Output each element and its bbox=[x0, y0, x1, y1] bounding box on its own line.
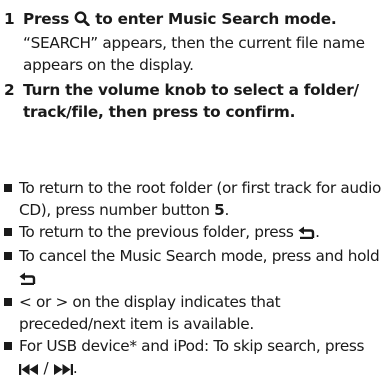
instruction-page: 1 Press to enter Music Search mode. “SEA… bbox=[0, 0, 386, 384]
step-title: Press to enter Music Search mode. bbox=[23, 8, 382, 32]
step-2: 2 Turn the volume knob to select a folde… bbox=[4, 79, 382, 123]
step-number: 2 bbox=[4, 81, 15, 99]
bullet-square bbox=[4, 342, 12, 350]
list-item: For USB device* and iPod: To skip search… bbox=[4, 335, 384, 381]
bullet-square bbox=[4, 252, 12, 260]
steps-section: 1 Press to enter Music Search mode. “SEA… bbox=[4, 8, 382, 123]
bullet-square bbox=[4, 298, 12, 306]
back-icon bbox=[19, 269, 36, 291]
button-number: 5 bbox=[214, 201, 225, 219]
next-track-icon bbox=[53, 359, 73, 381]
tips-list: To return to the root folder (or first t… bbox=[4, 177, 384, 381]
previous-track-icon bbox=[19, 359, 39, 381]
step-1: 1 Press to enter Music Search mode. “SEA… bbox=[4, 8, 382, 76]
back-icon bbox=[298, 223, 315, 245]
search-icon bbox=[74, 10, 90, 32]
bullet-square bbox=[4, 228, 12, 236]
list-item: To return to the root folder (or first t… bbox=[4, 177, 384, 221]
bullet-square bbox=[4, 184, 12, 192]
step-description: “SEARCH” appears, then the current file … bbox=[23, 34, 365, 74]
list-item: To return to the previous folder, press … bbox=[4, 221, 384, 245]
step-title: Turn the volume knob to select a folder/… bbox=[23, 81, 359, 121]
list-item: < or > on the display indicates that pre… bbox=[4, 291, 384, 335]
step-number: 1 bbox=[4, 10, 15, 28]
list-item: To cancel the Music Search mode, press a… bbox=[4, 245, 384, 291]
